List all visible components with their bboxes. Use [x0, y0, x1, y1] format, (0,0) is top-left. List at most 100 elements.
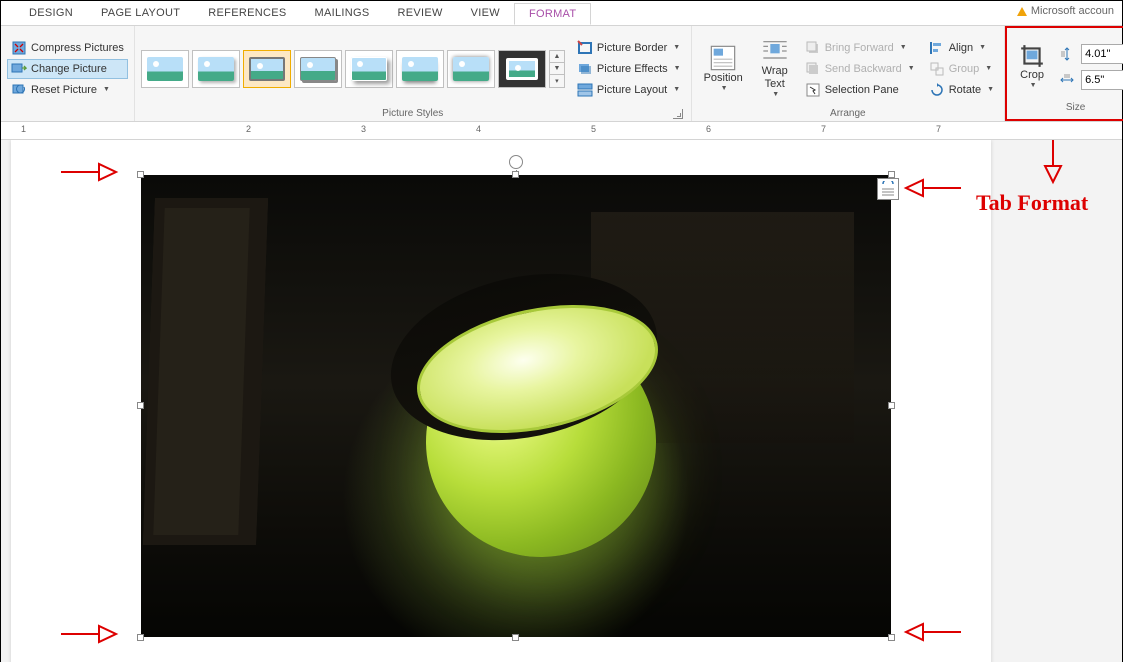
resize-handle[interactable]	[512, 171, 519, 178]
rotation-handle[interactable]	[509, 155, 523, 169]
reset-picture-button[interactable]: Reset Picture ▼	[7, 80, 128, 100]
height-input[interactable]: ▲▼	[1081, 44, 1123, 64]
wrap-text-icon	[761, 37, 789, 65]
annotation-arrow-icon	[906, 620, 961, 649]
tab-design[interactable]: DESIGN	[15, 3, 87, 23]
picture-border-button[interactable]: Picture Border▼	[573, 38, 685, 58]
style-thumb-8[interactable]	[498, 50, 546, 88]
ruler-num: 7	[936, 124, 941, 134]
document-area: Tab Format	[1, 140, 1122, 662]
align-icon	[929, 40, 945, 56]
selection-pane-button[interactable]: Selection Pane	[801, 80, 919, 100]
picture-effects-icon	[577, 61, 593, 77]
picture-style-gallery: ▲ ▼ ▾	[141, 50, 565, 88]
wrap-text-label: Wrap Text	[762, 65, 788, 91]
tab-review[interactable]: REVIEW	[383, 3, 456, 23]
resize-handle[interactable]	[512, 634, 519, 641]
rotate-label: Rotate	[949, 84, 981, 96]
compress-label: Compress Pictures	[31, 42, 124, 54]
gallery-more-icon[interactable]: ▾	[550, 75, 564, 86]
style-thumb-3[interactable]	[243, 50, 291, 88]
picture-layout-button[interactable]: Picture Layout▼	[573, 80, 685, 100]
tab-mailings[interactable]: MAILINGS	[300, 3, 383, 23]
ribbon: Compress Pictures Change Picture Reset P…	[1, 26, 1122, 122]
ribbon-tabs: DESIGN PAGE LAYOUT REFERENCES MAILINGS R…	[1, 1, 1122, 26]
send-backward-button[interactable]: Send Backward▼	[801, 59, 919, 79]
style-thumb-7[interactable]	[447, 50, 495, 88]
account-label: Microsoft accoun	[1031, 5, 1114, 17]
ruler-num: 3	[361, 124, 366, 134]
rotate-icon	[929, 82, 945, 98]
crop-icon	[1019, 43, 1045, 69]
reset-picture-icon	[11, 82, 27, 98]
resize-handle[interactable]	[888, 402, 895, 409]
group-label: Group	[949, 63, 980, 75]
style-thumb-5[interactable]	[345, 50, 393, 88]
rotate-button[interactable]: Rotate▼	[925, 80, 998, 100]
send-backward-icon	[805, 61, 821, 77]
annotation-arrow-icon	[906, 176, 961, 205]
change-picture-icon	[11, 61, 27, 77]
document-page[interactable]	[11, 140, 991, 662]
gallery-up-icon[interactable]: ▲	[550, 51, 564, 63]
resize-handle[interactable]	[137, 171, 144, 178]
ruler-num: 6	[706, 124, 711, 134]
picture-content	[141, 175, 891, 637]
picture-effects-button[interactable]: Picture Effects▼	[573, 59, 685, 79]
change-picture-label: Change Picture	[31, 63, 107, 75]
compress-icon	[11, 40, 27, 56]
warning-icon	[1017, 7, 1027, 16]
align-button[interactable]: Align▼	[925, 38, 998, 58]
change-picture-button[interactable]: Change Picture	[7, 59, 128, 79]
style-thumb-4[interactable]	[294, 50, 342, 88]
position-label: Position	[704, 72, 743, 85]
selected-picture[interactable]	[141, 175, 891, 637]
picture-styles-launcher-icon[interactable]	[673, 109, 683, 119]
layout-options-icon[interactable]	[877, 178, 899, 200]
tab-references[interactable]: REFERENCES	[194, 3, 300, 23]
bring-forward-label: Bring Forward	[825, 42, 894, 54]
style-thumb-2[interactable]	[192, 50, 240, 88]
selection-pane-label: Selection Pane	[825, 84, 899, 96]
group-icon	[929, 61, 945, 77]
compress-pictures-button[interactable]: Compress Pictures	[7, 38, 128, 58]
bring-forward-icon	[805, 40, 821, 56]
tab-page-layout[interactable]: PAGE LAYOUT	[87, 3, 194, 23]
ruler-num: 1	[21, 124, 26, 134]
align-label: Align	[949, 42, 973, 54]
ruler-num: 5	[591, 124, 596, 134]
adjust-group-label	[7, 108, 128, 121]
send-backward-label: Send Backward	[825, 63, 902, 75]
wrap-text-button[interactable]: Wrap Text▼	[755, 35, 795, 102]
width-icon	[1059, 72, 1075, 88]
picture-layout-icon	[577, 82, 593, 98]
style-thumb-1[interactable]	[141, 50, 189, 88]
picture-effects-label: Picture Effects	[597, 63, 668, 75]
horizontal-ruler[interactable]: 1 2 3 4 5 6 7 7	[1, 122, 1122, 140]
arrange-group-label: Arrange	[698, 108, 998, 121]
crop-button[interactable]: Crop▼	[1013, 41, 1051, 93]
tab-format[interactable]: FORMAT	[514, 3, 591, 25]
tab-view[interactable]: VIEW	[457, 3, 514, 23]
style-thumb-6[interactable]	[396, 50, 444, 88]
resize-handle[interactable]	[888, 171, 895, 178]
height-field[interactable]	[1082, 46, 1123, 62]
reset-picture-label: Reset Picture	[31, 84, 97, 96]
picture-styles-group-label: Picture Styles	[141, 108, 685, 121]
group-button[interactable]: Group▼	[925, 59, 998, 79]
annotation-arrow-icon	[1041, 140, 1065, 187]
width-input[interactable]: ▲▼	[1081, 70, 1123, 90]
account-area[interactable]: Microsoft accoun	[1017, 5, 1114, 17]
gallery-down-icon[interactable]: ▼	[550, 63, 564, 75]
reset-picture-dropdown-icon[interactable]: ▼	[103, 86, 110, 93]
gallery-scroll: ▲ ▼ ▾	[549, 50, 565, 88]
annotation-arrow-icon	[61, 160, 116, 189]
resize-handle[interactable]	[137, 402, 144, 409]
position-icon	[709, 44, 737, 72]
picture-layout-label: Picture Layout	[597, 84, 667, 96]
width-field[interactable]	[1082, 72, 1123, 88]
bring-forward-button[interactable]: Bring Forward▼	[801, 38, 919, 58]
resize-handle[interactable]	[888, 634, 895, 641]
position-button[interactable]: Position▼	[698, 42, 749, 96]
resize-handle[interactable]	[137, 634, 144, 641]
